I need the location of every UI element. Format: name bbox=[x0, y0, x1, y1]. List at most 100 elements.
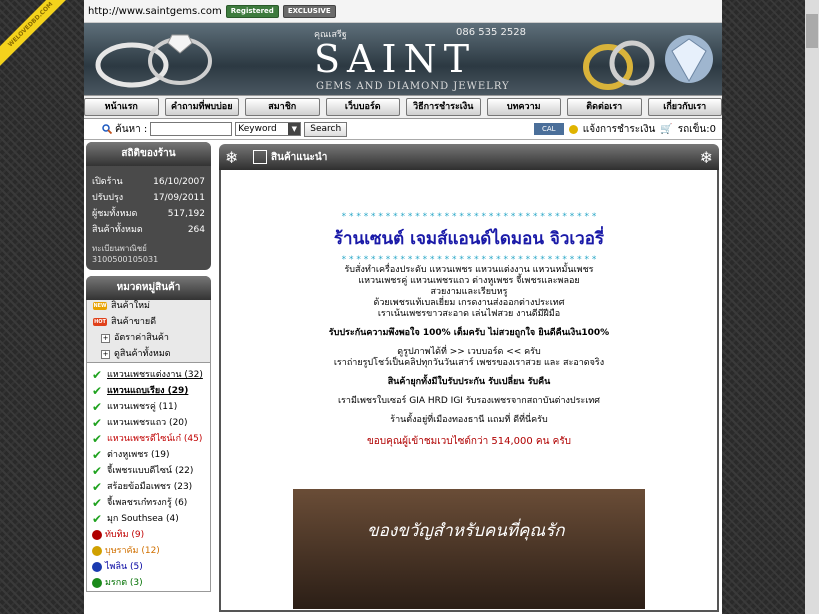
product-category-label: แหวนแถบเรียง (29) bbox=[107, 386, 189, 396]
product-category-item[interactable]: ✔ แหวนเพชรแต่งงาน (32) bbox=[87, 367, 210, 383]
nav-faq[interactable]: คำถามที่พบบ่อย bbox=[164, 98, 239, 116]
stat-row: ปรับปรุง 17/09/2011 bbox=[86, 190, 211, 206]
product-category-item[interactable]: ✔ มุก Southsea (4) bbox=[87, 511, 210, 527]
cart-link[interactable]: รถเข็น:0 bbox=[678, 122, 716, 137]
page: http://www.saintgems.com Registered EXCL… bbox=[84, 0, 722, 614]
nav-payment[interactable]: วิธีการชำระเงิน bbox=[406, 98, 481, 116]
intro-line: ด้วยเพชรแท้เบลเยี่ยม เกรดงานส่งออกต่างปร… bbox=[373, 298, 565, 308]
stat-label: สินค้าทั้งหมด bbox=[92, 225, 143, 235]
intro-line: แหวนเพชรคู่ แหวนเพชรแถว ต่างหูเพชร จี้เพ… bbox=[358, 276, 580, 286]
check-icon: ✔ bbox=[92, 480, 103, 494]
stats-box: สถิติของร้าน เปิดร้าน 16/10/2007 ปรับปรุง… bbox=[86, 142, 211, 270]
menu-item-all[interactable]: + ดูสินค้าทั้งหมด bbox=[87, 346, 210, 362]
check-icon: ✔ bbox=[92, 368, 103, 382]
cart-icon bbox=[253, 150, 267, 164]
product-category-label: จี้เพชรแบบดีไซน์ (22) bbox=[107, 466, 194, 476]
product-category-item[interactable]: ✔ สร้อยข้อมือเพชร (23) bbox=[87, 479, 210, 495]
gem-dot-icon bbox=[92, 530, 102, 540]
shop-name: ร้านเซนต์ เจมส์แอนด์ไดมอน จิวเวอรี่ bbox=[333, 229, 605, 249]
nav-contact[interactable]: ติดต่อเรา bbox=[567, 98, 642, 116]
menu-item-new[interactable]: NEW สินค้าใหม่ bbox=[87, 298, 210, 314]
product-category-label: บุษราคัม (12) bbox=[105, 546, 160, 556]
product-category-label: แหวนเพชรคู่ (11) bbox=[107, 402, 178, 412]
stat-label: ปรับปรุง bbox=[92, 193, 124, 203]
product-category-label: ไพลิน (5) bbox=[105, 562, 143, 572]
product-category-label: จี้เพลชรเก๋ทรงกรู้ (6) bbox=[107, 498, 188, 508]
stars-divider: * * * * * * * * * * * * * * * * * * * * … bbox=[341, 255, 597, 265]
menu-item-prices[interactable]: + อัตราค่าสินค้า bbox=[87, 330, 210, 346]
menu-label: ดูสินค้าทั้งหมด bbox=[114, 349, 171, 359]
new-tag: NEW bbox=[93, 302, 107, 310]
payment-link[interactable]: แจ้งการชำระเงิน bbox=[583, 122, 656, 137]
product-category-item[interactable]: มรกต (3) bbox=[87, 575, 210, 591]
top-bar: http://www.saintgems.com Registered EXCL… bbox=[84, 0, 722, 23]
nav-members[interactable]: สมาชิก bbox=[245, 98, 320, 116]
chevron-down-icon: ▼ bbox=[288, 123, 301, 135]
product-category-label: มรกต (3) bbox=[105, 578, 143, 588]
product-category-item[interactable]: ✔ แหวนเพชรดีไซน์เก๋ (45) bbox=[87, 431, 210, 447]
stat-value: 17/09/2011 bbox=[153, 193, 205, 203]
ring-icon bbox=[95, 34, 212, 88]
stat-value: 517,192 bbox=[167, 209, 205, 219]
gem-dot-icon bbox=[92, 578, 102, 588]
menu-item-hot[interactable]: HOT สินค้าขายดี bbox=[87, 314, 210, 330]
check-icon: ✔ bbox=[92, 464, 103, 478]
intro-line: รับสั่งทำเครื่องประดับ แหวนเพชร แหวนแต่ง… bbox=[344, 265, 594, 275]
search-button[interactable]: Search bbox=[304, 121, 348, 137]
registered-badge[interactable]: Registered bbox=[225, 4, 279, 18]
product-category-item[interactable]: ✔ จี้เพชรแบบดีไซน์ (22) bbox=[87, 463, 210, 479]
gem-dot-icon bbox=[92, 546, 102, 556]
dbd-registration[interactable]: ทะเบียนพาณิชย์ 3100500105031 bbox=[86, 238, 211, 270]
check-icon: ✔ bbox=[92, 448, 103, 462]
product-category-item[interactable]: ✔ ต่างหูเพชร (19) bbox=[87, 447, 210, 463]
brand-logo[interactable]: SAINT bbox=[314, 37, 476, 81]
product-category-item[interactable]: บุษราคัม (12) bbox=[87, 543, 210, 559]
calculator-icon[interactable]: CAL bbox=[533, 123, 564, 135]
scrollbar[interactable] bbox=[805, 0, 819, 614]
coin-icon bbox=[568, 124, 578, 134]
product-category-item[interactable]: ✔ จี้เพลชรเก๋ทรงกรู้ (6) bbox=[87, 495, 210, 511]
stats-title: สถิติของร้าน bbox=[86, 142, 211, 166]
exclusive-badge[interactable]: EXCLUSIVE bbox=[282, 4, 336, 18]
product-category-list: ✔ แหวนเพชรแต่งงาน (32) ✔ แหวนแถบเรียง (29) ✔… bbox=[86, 363, 211, 592]
gem-dot-icon bbox=[92, 562, 102, 572]
product-category-item[interactable]: ✔ แหวนแถบเรียง (29) bbox=[87, 383, 210, 399]
plus-icon: + bbox=[101, 333, 110, 343]
plus-icon: + bbox=[101, 349, 110, 359]
product-category-label: สร้อยข้อมือเพชร (23) bbox=[107, 482, 193, 492]
diamond-icon bbox=[665, 35, 713, 83]
product-category-item[interactable]: ทับทิม (9) bbox=[87, 527, 210, 543]
product-category-item[interactable]: ✔ แหวนเพชรแถว (20) bbox=[87, 415, 210, 431]
site-url[interactable]: http://www.saintgems.com bbox=[88, 6, 222, 17]
category-title: หมวดหมู่สินค้า bbox=[86, 276, 211, 300]
gold-rings-icon bbox=[583, 40, 655, 90]
promo-photo[interactable]: ของขวัญสำหรับคนที่คุณรัก bbox=[293, 489, 645, 609]
search-type-select[interactable]: Keyword ▼ bbox=[235, 122, 302, 136]
nav-articles[interactable]: บทความ bbox=[486, 98, 561, 116]
product-category-label: มุก Southsea (4) bbox=[107, 514, 179, 524]
thanks-text: ขอบคุณผู้เข้าชมเวบไซต์กว่า 514,000 คน คร… bbox=[366, 436, 572, 447]
stars-divider: * * * * * * * * * * * * * * * * * * * * … bbox=[341, 212, 597, 222]
nav-about[interactable]: เกี่ยวกับเรา bbox=[647, 98, 722, 116]
product-category-label: แหวนเพชรดีไซน์เก๋ (45) bbox=[107, 434, 203, 444]
product-category-item[interactable]: ไพลิน (5) bbox=[87, 559, 210, 575]
nav-webboard[interactable]: เว็บบอร์ด bbox=[325, 98, 400, 116]
webboard-link[interactable]: ดูรูปภาพได้ที่ >> เวบบอร์ด << ครับ bbox=[225, 347, 713, 358]
content-panel: * * * * * * * * * * * * * * * * * * * * … bbox=[219, 170, 719, 612]
scrollbar-thumb[interactable] bbox=[806, 14, 818, 48]
main-content: ❄ สินค้าแนะนำ ❄ * * * * * * * * * * * * … bbox=[219, 144, 719, 614]
ribbon-badge: WELOVEDBD.COM bbox=[0, 0, 75, 69]
nav-home[interactable]: หน้าแรก bbox=[84, 98, 159, 116]
stat-value: 16/10/2007 bbox=[153, 177, 205, 187]
location-text[interactable]: ร้านตั้งอยู่ที่เมืองทองธานี แถมที่ ดีที่… bbox=[225, 415, 713, 426]
check-icon: ✔ bbox=[92, 400, 103, 414]
check-icon: ✔ bbox=[92, 432, 103, 446]
stat-row: สินค้าทั้งหมด 264 bbox=[86, 222, 211, 238]
search-input[interactable] bbox=[150, 122, 233, 136]
menu-label: สินค้าใหม่ bbox=[111, 301, 150, 311]
product-category-item[interactable]: ✔ แหวนเพชรคู่ (11) bbox=[87, 399, 210, 415]
intro-line: สวยงามและเรียบหรู bbox=[430, 287, 508, 297]
webboard-note: เราถ่ายรูปโชว์เป็นคลิปทุกวันวันเสาร์ เพช… bbox=[333, 358, 605, 368]
check-icon: ✔ bbox=[92, 512, 103, 526]
dbd-label: ทะเบียนพาณิชย์ bbox=[92, 244, 147, 253]
